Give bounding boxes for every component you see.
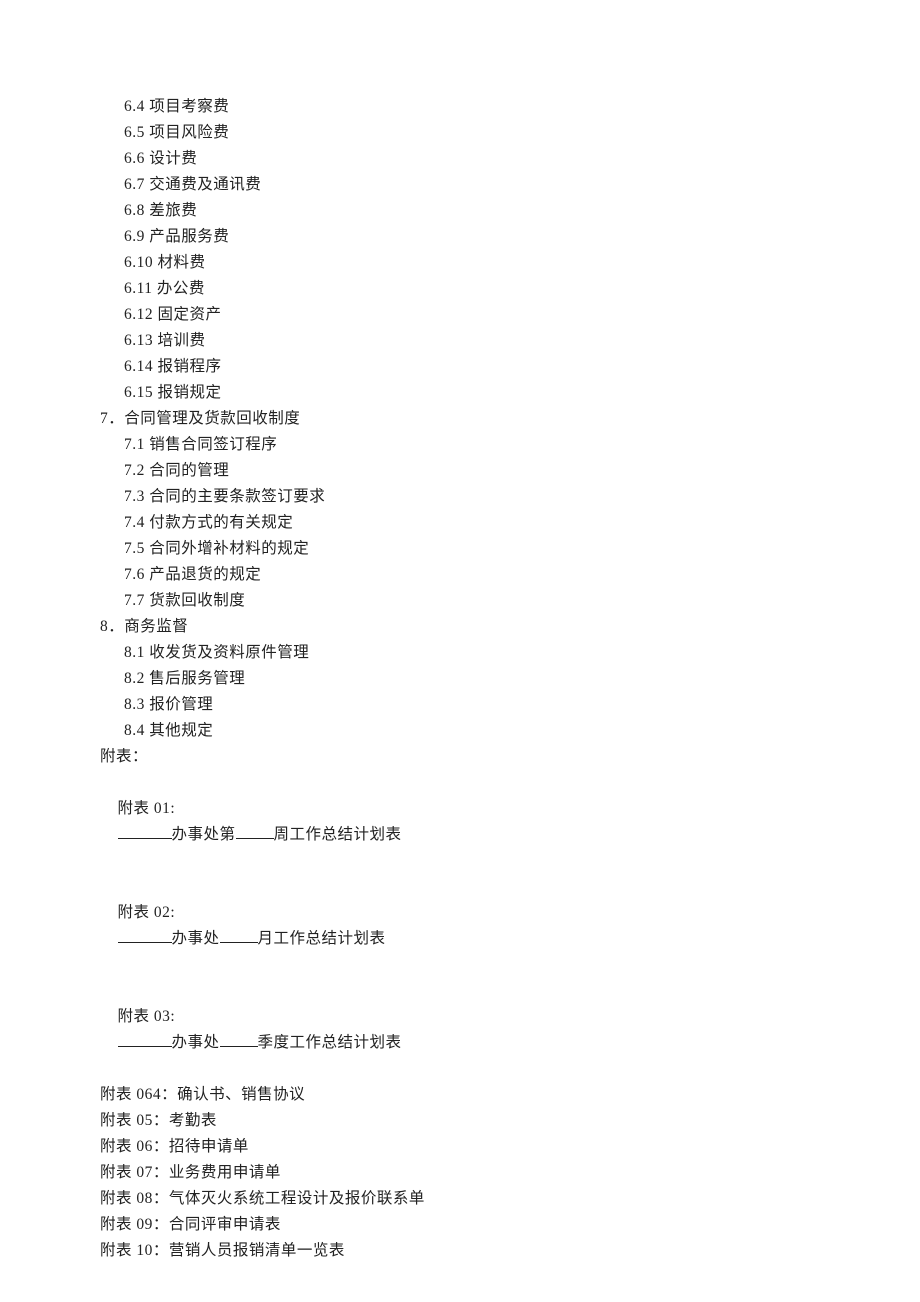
blank-field — [118, 1046, 172, 1047]
blank-field — [220, 942, 258, 943]
appendix-04: 附表 064：确认书、销售协议 — [100, 1082, 920, 1108]
toc-item-7-2: 7.2 合同的管理 — [100, 458, 920, 484]
appendix-01-mid: 办事处第 — [172, 826, 236, 843]
toc-item-6-4: 6.4 项目考察费 — [100, 94, 920, 120]
toc-item-6-11: 6.11 办公费 — [100, 276, 920, 302]
appendix-01-pre: 附表 01: — [118, 800, 176, 817]
appendix-05: 附表 05：考勤表 — [100, 1108, 920, 1134]
blank-field — [118, 838, 172, 839]
appendix-03-mid: 办事处 — [172, 1034, 220, 1051]
appendix-02-pre: 附表 02: — [118, 904, 176, 921]
appendix-03-tail: 季度工作总结计划表 — [258, 1034, 402, 1051]
appendix-title: 附表： — [100, 744, 920, 770]
appendix-02-mid: 办事处 — [172, 930, 220, 947]
toc-item-8-1: 8.1 收发货及资料原件管理 — [100, 640, 920, 666]
toc-item-8-3: 8.3 报价管理 — [100, 692, 920, 718]
toc-section-7: 7．合同管理及货款回收制度 — [100, 406, 920, 432]
document-page: 6.4 项目考察费 6.5 项目风险费 6.6 设计费 6.7 交通费及通讯费 … — [0, 0, 920, 1302]
appendix-06: 附表 06：招待申请单 — [100, 1134, 920, 1160]
toc-section-8: 8．商务监督 — [100, 614, 920, 640]
toc-item-6-6: 6.6 设计费 — [100, 146, 920, 172]
toc-item-7-3: 7.3 合同的主要条款签订要求 — [100, 484, 920, 510]
toc-item-6-8: 6.8 差旅费 — [100, 198, 920, 224]
toc-item-6-9: 6.9 产品服务费 — [100, 224, 920, 250]
appendix-09: 附表 09：合同评审申请表 — [100, 1212, 920, 1238]
blank-field — [236, 838, 274, 839]
toc-item-7-6: 7.6 产品退货的规定 — [100, 562, 920, 588]
appendix-01-tail: 周工作总结计划表 — [274, 826, 402, 843]
toc-item-6-13: 6.13 培训费 — [100, 328, 920, 354]
appendix-02: 附表 02: 办事处 月工作总结计划表 — [100, 874, 920, 978]
toc-item-7-4: 7.4 付款方式的有关规定 — [100, 510, 920, 536]
appendix-03: 附表 03: 办事处 季度工作总结计划表 — [100, 978, 920, 1082]
toc-item-7-7: 7.7 货款回收制度 — [100, 588, 920, 614]
appendix-10: 附表 10：营销人员报销清单一览表 — [100, 1238, 920, 1264]
toc-item-6-10: 6.10 材料费 — [100, 250, 920, 276]
appendix-07: 附表 07：业务费用申请单 — [100, 1160, 920, 1186]
appendix-08: 附表 08：气体灭火系统工程设计及报价联系单 — [100, 1186, 920, 1212]
appendix-03-pre: 附表 03: — [118, 1008, 176, 1025]
toc-item-6-14: 6.14 报销程序 — [100, 354, 920, 380]
toc-item-6-7: 6.7 交通费及通讯费 — [100, 172, 920, 198]
appendix-02-tail: 月工作总结计划表 — [258, 930, 386, 947]
toc-item-8-4: 8.4 其他规定 — [100, 718, 920, 744]
blank-field — [220, 1046, 258, 1047]
toc-item-7-1: 7.1 销售合同签订程序 — [100, 432, 920, 458]
appendix-01: 附表 01: 办事处第 周工作总结计划表 — [100, 770, 920, 874]
toc-item-8-2: 8.2 售后服务管理 — [100, 666, 920, 692]
blank-field — [118, 942, 172, 943]
toc-item-6-12: 6.12 固定资产 — [100, 302, 920, 328]
toc-item-6-15: 6.15 报销规定 — [100, 380, 920, 406]
toc-item-6-5: 6.5 项目风险费 — [100, 120, 920, 146]
toc-item-7-5: 7.5 合同外增补材料的规定 — [100, 536, 920, 562]
